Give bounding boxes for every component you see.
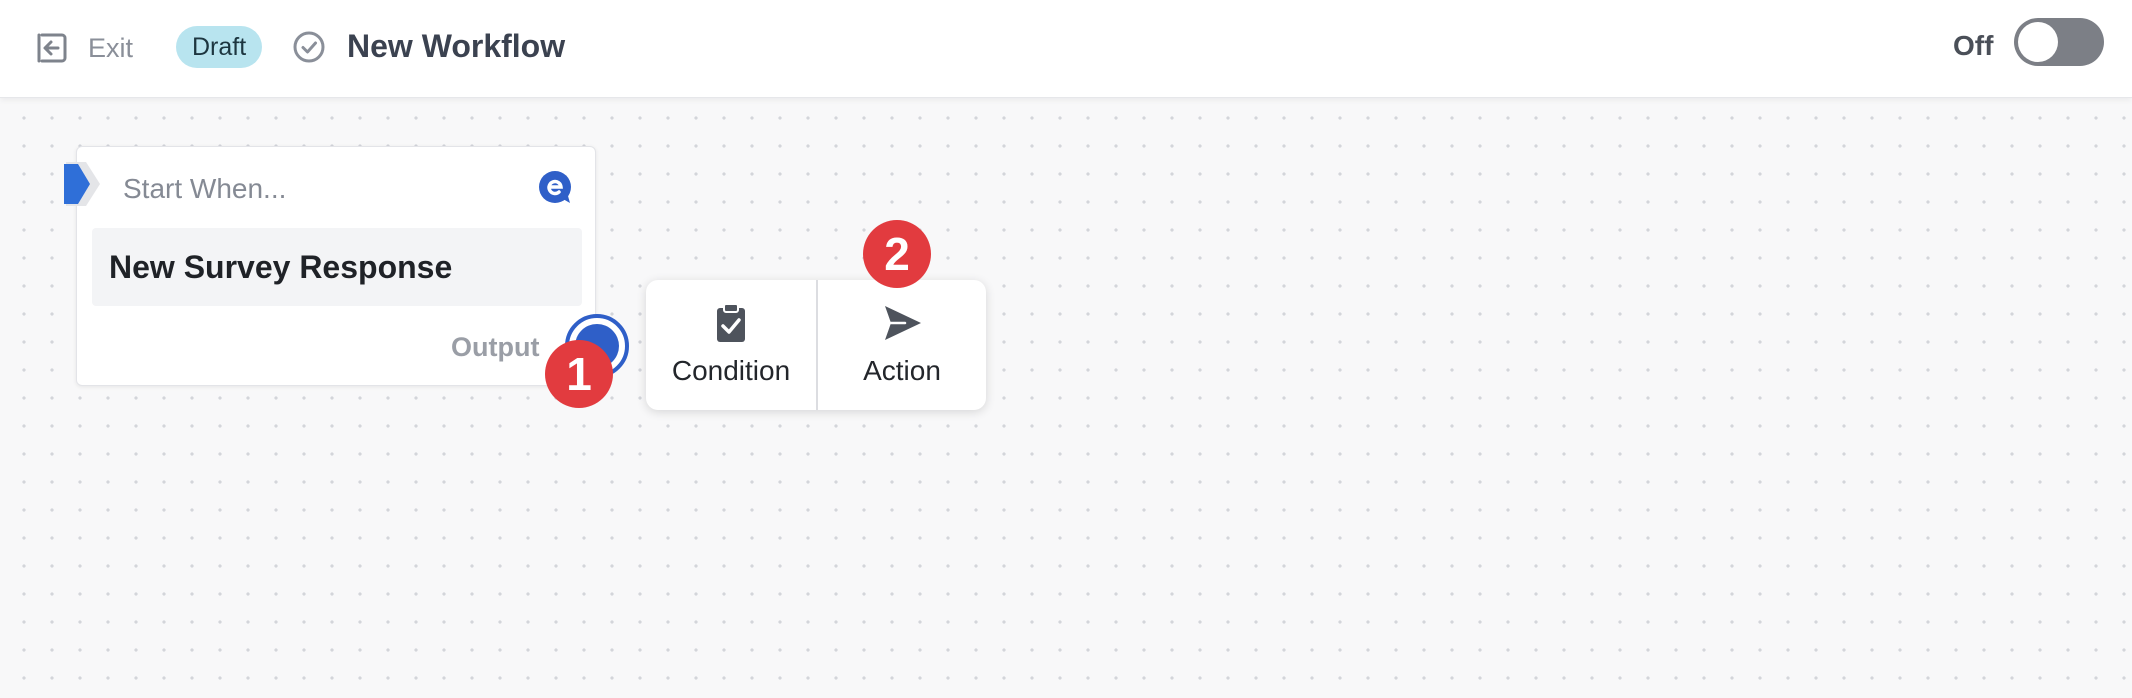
condition-label: Condition <box>671 355 791 386</box>
workflow-title[interactable]: New Workflow <box>347 25 565 67</box>
exit-label: Exit <box>88 32 134 63</box>
trigger-event-box[interactable]: New Survey Response <box>92 228 582 306</box>
condition-menu-item[interactable]: Condition <box>646 280 816 410</box>
toggle-status-label: Off <box>1953 30 1994 61</box>
clipboard-check-icon <box>717 303 745 342</box>
start-marker-icon <box>64 162 100 206</box>
add-step-menu: Condition Action <box>646 280 986 410</box>
send-icon <box>885 306 921 340</box>
action-menu-item[interactable]: Action <box>816 280 986 410</box>
check-circle-icon <box>293 31 325 63</box>
trigger-event-name: New Survey Response <box>109 249 453 285</box>
trigger-start-label: Start When... <box>123 173 287 204</box>
step-badge-2: 2 <box>863 220 931 288</box>
top-bar: Exit Draft New Workflow Off <box>0 0 2132 98</box>
survey-app-icon <box>539 171 571 203</box>
trigger-node[interactable]: Start When... New Survey Response Output <box>76 146 596 386</box>
step-badge-1: 1 <box>545 340 613 408</box>
output-label: Output <box>451 332 540 362</box>
action-label: Action <box>863 355 941 386</box>
status-badge: Draft <box>176 26 263 68</box>
toggle-knob <box>2018 22 2058 62</box>
workflow-active-toggle[interactable] <box>2014 18 2104 66</box>
exit-button[interactable]: Exit <box>32 26 133 70</box>
exit-icon <box>37 33 67 63</box>
